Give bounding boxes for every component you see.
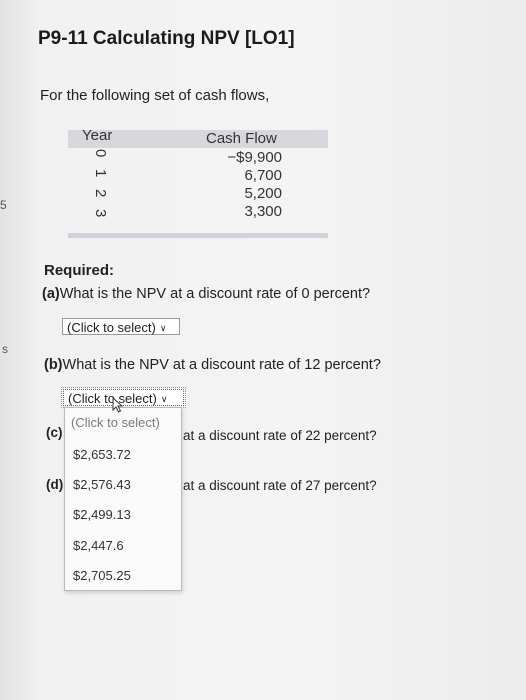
dropdown-option[interactable]: (Click to select) <box>71 415 160 430</box>
year-header: Year <box>82 127 113 144</box>
cash-flow-cell: 6,700 <box>244 167 282 184</box>
page-title: P9-11 Calculating NPV [LO1] <box>38 28 295 49</box>
cash-flow-cell: 5,200 <box>244 185 282 202</box>
cash-flow-table: Year Cash Flow 0 1 2 3 −$9,900 6,700 5,2… <box>68 127 328 239</box>
table-footer-bar <box>68 233 328 238</box>
question-a-label: (a) <box>42 286 60 302</box>
dropdown-option[interactable]: $2,576.43 <box>73 477 131 492</box>
question-b-label: (b) <box>44 357 63 373</box>
cash-flow-cell: 3,300 <box>244 203 282 220</box>
question-a: (a)What is the NPV at a discount rate of… <box>42 286 370 302</box>
margin-mark: 5 <box>0 198 7 212</box>
chevron-down-icon: ∨ <box>160 394 168 404</box>
mouse-pointer-icon <box>112 397 124 413</box>
dropdown-option[interactable]: $2,705.25 <box>73 568 131 583</box>
dropdown-option[interactable]: $2,653.72 <box>73 447 131 462</box>
question-b-text: What is the NPV at a discount rate of 12… <box>62 357 381 373</box>
question-a-text: What is the NPV at a discount rate of 0 … <box>59 286 371 302</box>
year-cell: 0 <box>92 149 109 158</box>
intro-text: For the following set of cash flows, <box>40 87 270 104</box>
question-c-text: at a discount rate of 22 percent? <box>183 428 377 443</box>
required-heading: Required: <box>44 262 115 279</box>
year-cell: 3 <box>92 209 109 218</box>
year-cell: 1 <box>92 169 109 178</box>
cash-flow-cell: −$9,900 <box>227 149 282 166</box>
dropdown-option[interactable]: $2,447.6 <box>73 538 124 553</box>
answer-a-select[interactable]: (Click to select) ∨ <box>62 318 180 335</box>
question-d-label: (d) <box>46 477 64 492</box>
margin-mark: s <box>2 342 8 356</box>
question-d-text: at a discount rate of 27 percent? <box>183 478 377 493</box>
question-c-label: (c) <box>46 425 63 440</box>
cash-flow-header: Cash Flow <box>206 130 277 147</box>
year-column: 0 1 2 3 <box>92 147 109 227</box>
chevron-down-icon: ∨ <box>159 323 167 333</box>
worksheet-page: 5 s P9-11 Calculating NPV [LO1] For the … <box>0 0 526 700</box>
answer-a-value: (Click to select) <box>67 320 156 335</box>
year-cell: 2 <box>92 189 109 198</box>
dropdown-option[interactable]: $2,499.13 <box>73 507 131 522</box>
answer-b-dropdown-list: (Click to select) $2,653.72 $2,576.43 $2… <box>64 407 182 591</box>
question-b: (b)What is the NPV at a discount rate of… <box>44 357 381 373</box>
cash-flow-column: −$9,900 6,700 5,200 3,300 <box>227 149 282 221</box>
